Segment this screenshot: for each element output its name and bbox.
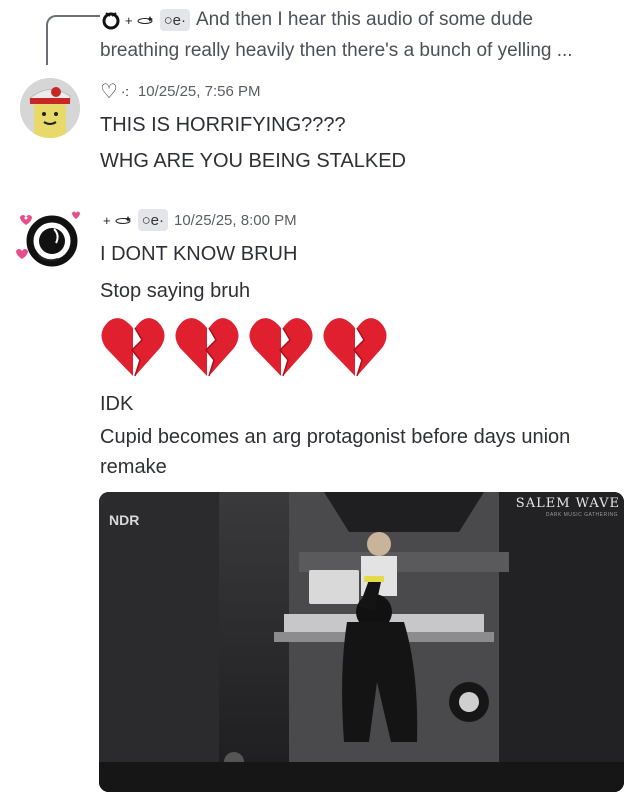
video-attachment[interactable]: NDR SALEM WAVE DARK MUSIC GATHERING	[99, 492, 624, 792]
message-text: IDK	[100, 393, 134, 415]
broken-heart-icon[interactable]	[100, 316, 166, 378]
message-timestamp[interactable]: 10/25/25, 7:56 PM	[138, 83, 261, 100]
halo-icon	[137, 16, 153, 24]
message-text: remake	[100, 456, 167, 478]
message-text: Stop saying bruh	[100, 280, 251, 302]
reply-preview[interactable]: + ○e· And then I hear this audio of some…	[100, 6, 630, 65]
broken-heart-icon[interactable]	[174, 316, 240, 378]
avatar[interactable]	[12, 205, 82, 275]
sparkle-icon: +	[125, 12, 133, 28]
author-name[interactable]: +	[100, 213, 132, 228]
ring-avatar-image	[16, 211, 80, 267]
sparkle-icon: +	[103, 212, 111, 228]
message-header: + ○e· 10/25/25, 8:00 PM	[100, 207, 297, 233]
server-tag-chip: ○e·	[137, 209, 168, 231]
roblox-avatar-image	[20, 78, 80, 138]
sparkle-icon: ·:	[120, 83, 129, 99]
message-text: THIS IS HORRIFYING????	[100, 114, 346, 136]
message-header: ♡ ·: 10/25/25, 7:56 PM	[100, 78, 260, 104]
author-name[interactable]: ♡ ·:	[100, 79, 132, 104]
watermark-title: SALEM WAVE	[515, 496, 620, 511]
emoji-row	[100, 316, 388, 378]
video-frame	[99, 492, 624, 792]
message-timestamp[interactable]: 10/25/25, 8:00 PM	[174, 212, 297, 229]
message-text: WHG ARE YOU BEING STALKED	[100, 150, 406, 172]
broadcaster-logo: NDR	[109, 512, 140, 528]
reply-text-line1: And then I hear this audio of some dude	[196, 9, 533, 30]
broken-heart-icon[interactable]	[248, 316, 314, 378]
avatar[interactable]	[20, 78, 80, 138]
chat-view: + ○e· And then I hear this audio of some…	[0, 0, 642, 800]
server-tag-chip: ○e·	[159, 9, 190, 31]
broken-heart-icon[interactable]	[322, 316, 388, 378]
halo-icon	[115, 216, 131, 224]
reply-connector	[46, 15, 100, 65]
heart-outline-icon: ♡	[100, 80, 118, 103]
ring-icon	[102, 12, 120, 30]
replied-user-name[interactable]: +	[100, 9, 154, 31]
message-text: I DONT KNOW BRUH	[100, 243, 298, 265]
message-text: Cupid becomes an arg protagonist before …	[100, 426, 571, 448]
reply-text-line2: breathing really heavily then there's a …	[100, 40, 573, 61]
watermark-subtitle: DARK MUSIC GATHERING	[545, 512, 618, 518]
